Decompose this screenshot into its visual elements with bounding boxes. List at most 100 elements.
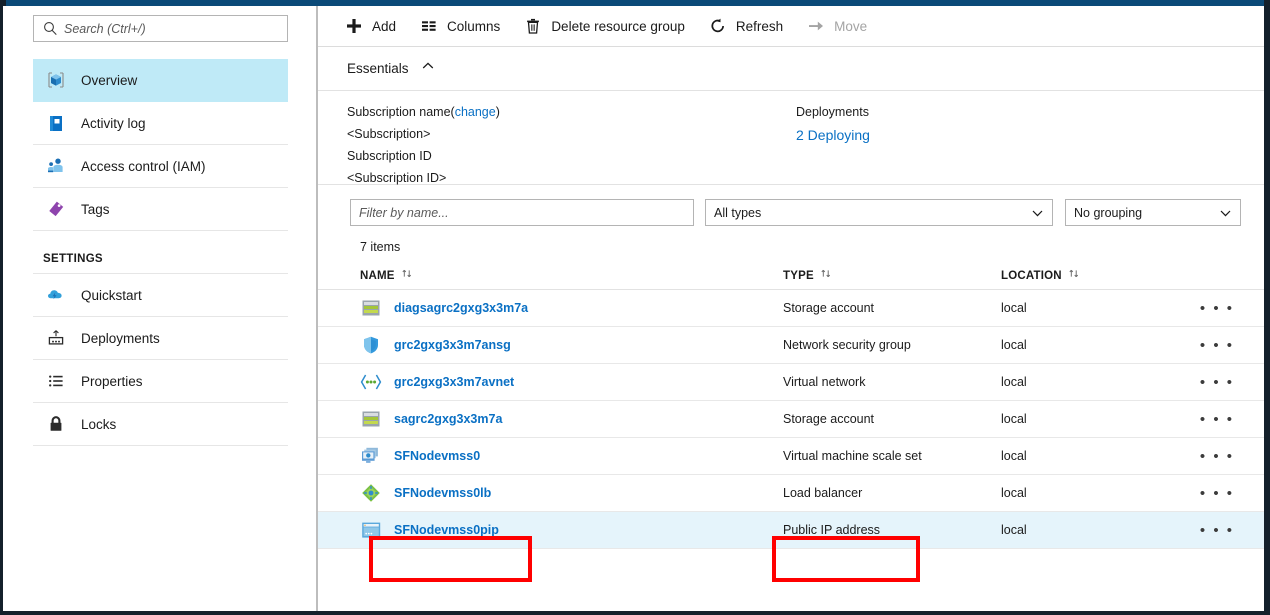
storage-account-icon [360,409,382,429]
subscription-name-label: Subscription name [347,105,451,119]
search-box[interactable] [33,15,288,42]
add-button[interactable]: Add [343,6,396,47]
cell-location: local [1001,486,1201,500]
cell-location: local [1001,449,1201,463]
essentials-header[interactable]: Essentials [318,47,1264,91]
search-input[interactable] [64,22,287,36]
shield-icon [360,335,382,355]
sidebar-item-label: Quickstart [81,288,142,303]
cell-name: SFNodevmss0lb [360,483,783,503]
chevron-up-icon[interactable] [421,59,435,78]
public-ip-icon [360,520,382,540]
table-row[interactable]: SFNodevmss0 Virtual machine scale set lo… [318,438,1264,475]
table-row[interactable]: grc2gxg3x3m7avnet Virtual network local … [318,364,1264,401]
resource-link[interactable]: SFNodevmss0 [394,449,480,463]
cell-type: Storage account [783,301,1001,315]
column-header-name-label: NAME [360,270,395,282]
trash-icon [522,15,544,37]
sidebar-item-label: Overview [81,73,137,88]
cell-name: SFNodevmss0 [360,446,783,466]
cell-name: SFNodevmss0pip [360,520,783,540]
row-context-menu-button[interactable]: • • • [1200,327,1234,364]
columns-button[interactable]: Columns [418,6,500,47]
grouping-select[interactable]: No grouping [1065,199,1241,226]
deployments-status-link[interactable]: 2 Deploying [796,123,870,147]
move-button-label: Move [834,19,867,34]
row-context-menu-button[interactable]: • • • [1200,512,1234,549]
table-row[interactable]: grc2gxg3x3m7ansg Network security group … [318,327,1264,364]
column-header-name[interactable]: NAME [360,268,783,283]
people-icon [43,154,69,178]
cell-name: grc2gxg3x3m7ansg [360,335,783,355]
resource-table: NAME TYPE [318,262,1264,549]
sidebar-item-label: Activity log [81,116,146,131]
resource-link[interactable]: SFNodevmss0pip [394,523,499,537]
resource-link[interactable]: SFNodevmss0lb [394,486,491,500]
cell-location: local [1001,301,1201,315]
sidebar-item-deployments[interactable]: Deployments [33,317,288,360]
vm-scale-set-icon [360,446,382,466]
refresh-icon [707,15,729,37]
row-context-menu-button[interactable]: • • • [1200,401,1234,438]
cell-name: sagrc2gxg3x3m7a [360,409,783,429]
sidebar-item-locks[interactable]: Locks [33,403,288,446]
filter-row: All types No grouping [318,185,1264,226]
sidebar-item-quickstart[interactable]: Quickstart [33,274,288,317]
sort-arrows-icon [401,268,413,283]
row-context-menu-button[interactable]: • • • [1200,438,1234,475]
sort-arrows-icon [1068,268,1080,283]
resource-link[interactable]: grc2gxg3x3m7avnet [394,375,514,389]
deployments-icon [43,326,69,350]
sidebar-item-label: Deployments [81,331,160,346]
column-header-type[interactable]: TYPE [783,268,1001,283]
cell-type: Virtual network [783,375,1001,389]
resource-link[interactable]: diagsagrc2gxg3x3m7a [394,301,528,315]
filter-by-name-input[interactable] [350,199,694,226]
row-context-menu-button[interactable]: • • • [1200,290,1234,327]
subscription-id-label: Subscription ID [347,145,1264,167]
type-filter-value: All types [714,206,761,220]
sidebar-nav-settings: Quickstart Deployments [3,274,314,446]
sidebar-item-properties[interactable]: Properties [33,360,288,403]
cell-type: Virtual machine scale set [783,449,1001,463]
refresh-button[interactable]: Refresh [707,6,783,47]
sidebar-item-overview[interactable]: Overview [33,59,288,102]
move-button[interactable]: Move [805,6,867,47]
table-row[interactable]: sagrc2gxg3x3m7a Storage account local • … [318,401,1264,438]
items-count: 7 items [318,226,1264,254]
deployments-label: Deployments [796,101,870,123]
cell-location: local [1001,523,1201,537]
table-row[interactable]: SFNodevmss0lb Load balancer local • • • [318,475,1264,512]
cell-name: diagsagrc2gxg3x3m7a [360,298,783,318]
cell-location: local [1001,338,1201,352]
cell-type: Network security group [783,338,1001,352]
table-row[interactable]: diagsagrc2gxg3x3m7a Storage account loca… [318,290,1264,327]
add-button-label: Add [372,19,396,34]
change-subscription-link[interactable]: change [455,105,496,119]
grouping-value: No grouping [1074,206,1142,220]
list-icon [43,369,69,393]
sidebar-item-label: Access control (IAM) [81,159,206,174]
delete-resource-group-button[interactable]: Delete resource group [522,6,685,47]
sidebar-item-label: Tags [81,202,110,217]
row-context-menu-button[interactable]: • • • [1200,475,1234,512]
cube-icon [43,68,69,92]
arrow-right-icon [805,15,827,37]
sidebar-item-access-control[interactable]: Access control (IAM) [33,145,288,188]
row-context-menu-button[interactable]: • • • [1200,364,1234,401]
load-balancer-icon [360,483,382,503]
column-header-location[interactable]: LOCATION [1001,268,1201,283]
storage-account-icon [360,298,382,318]
sidebar-item-tags[interactable]: Tags [33,188,288,231]
sidebar-item-activity-log[interactable]: Activity log [33,102,288,145]
essentials-right-column: Deployments 2 Deploying [796,101,870,147]
resource-link[interactable]: sagrc2gxg3x3m7a [394,412,502,426]
resource-link[interactable]: grc2gxg3x3m7ansg [394,338,511,352]
refresh-button-label: Refresh [736,19,783,34]
essentials-title: Essentials [347,61,409,76]
table-row[interactable]: SFNodevmss0pip Public IP address local •… [318,512,1264,549]
azure-portal-resource-group-blade: Overview Activity log [0,0,1270,615]
type-filter-select[interactable]: All types [705,199,1053,226]
column-header-location-label: LOCATION [1001,270,1062,282]
sidebar-item-label: Locks [81,417,116,432]
